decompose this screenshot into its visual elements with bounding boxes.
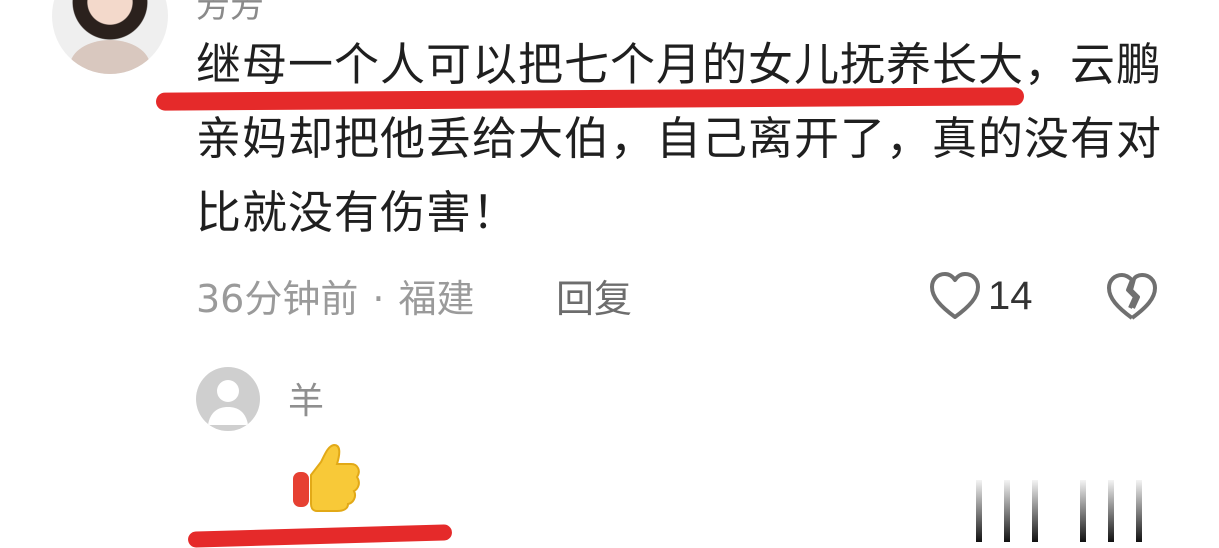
bar <box>1108 480 1114 542</box>
broken-heart-icon <box>1107 273 1157 320</box>
comment-username[interactable]: 芳芳 <box>196 0 264 27</box>
meta-separator: · <box>372 277 385 321</box>
bar <box>1136 480 1142 542</box>
comment-meta: 36分钟前 · 福建 <box>196 268 474 323</box>
reply-button[interactable]: 回复 <box>556 268 632 323</box>
red-highlight-underline-2 <box>187 524 453 548</box>
heart-outline-icon <box>930 272 980 319</box>
bar <box>1032 480 1038 542</box>
like-button[interactable]: 14 <box>928 268 1033 324</box>
sub-comment-username[interactable]: 羊 <box>288 372 324 424</box>
comment-time: 36分钟前 <box>196 277 359 321</box>
avatar-shirt <box>70 40 150 74</box>
bar <box>976 480 982 542</box>
thumbs-up-icon <box>290 440 362 512</box>
default-avatar[interactable] <box>196 367 260 431</box>
comment-text: 继母一个人可以把七个月的女儿抚养长大，云鹏亲妈却把他丢给大伯，自己离开了，真的没… <box>196 38 1163 239</box>
bar <box>1080 480 1086 542</box>
comment-location: 福建 <box>398 277 475 321</box>
like-count: 14 <box>988 273 1033 318</box>
dislike-button[interactable] <box>1104 268 1160 324</box>
avatar[interactable] <box>52 0 168 74</box>
loading-bars <box>976 480 1142 542</box>
bar <box>1004 480 1010 542</box>
person-silhouette-icon <box>208 380 248 425</box>
